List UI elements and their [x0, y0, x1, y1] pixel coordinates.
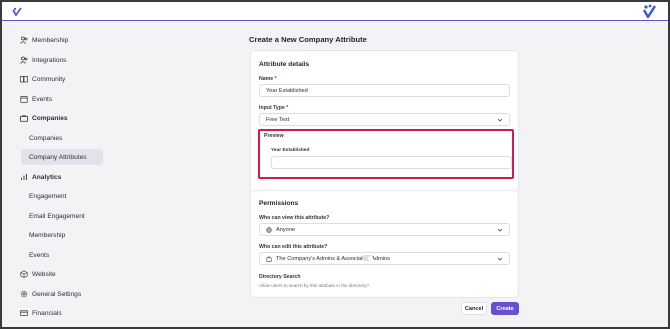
permissions-heading: Permissions — [259, 200, 299, 207]
main-content: Create a New Company Attribute Attribute… — [114, 22, 668, 327]
sidebar-item-label: Company Attributes — [29, 153, 87, 161]
building-icon — [266, 256, 272, 262]
permissions-card: Permissions Who can view this attribute?… — [250, 190, 519, 298]
cancel-button[interactable]: Cancel — [461, 302, 487, 315]
attribute-details-heading: Attribute details — [259, 61, 310, 68]
sidebar-item-label: Website — [32, 270, 56, 278]
edit-permission-label: Who can edit this attribute? — [259, 244, 328, 250]
sidebar-item-label: Events — [32, 95, 53, 103]
directory-search-help: Allow users to search by this attribute … — [259, 283, 370, 288]
sidebar-item-general-settings[interactable]: General Settings — [20, 286, 81, 302]
name-label: Name * — [259, 76, 277, 82]
briefcase-icon — [20, 114, 28, 122]
globe-icon — [266, 226, 272, 233]
directory-search-label: Directory Search — [259, 274, 301, 280]
sidebar-item-analytics-group[interactable]: Analytics — [20, 169, 61, 185]
name-input[interactable]: Year Established — [259, 84, 510, 97]
brand-logo-icon[interactable] — [12, 7, 22, 16]
sidebar-item-email-engagement[interactable]: Email Engagement — [29, 208, 85, 224]
users-icon — [20, 56, 28, 64]
view-permission-label: Who can view this attribute? — [259, 215, 330, 221]
sidebar-item-label: Membership — [32, 36, 69, 44]
name-input-value: Year Established — [266, 87, 308, 94]
chevron-down-icon — [497, 257, 503, 261]
preview-label: Preview — [264, 133, 284, 139]
sidebar-item-label: Analytics — [32, 173, 62, 181]
input-type-label: Input Type * — [259, 105, 289, 111]
sidebar-item-label: Membership — [29, 231, 66, 239]
sidebar-item-companies[interactable]: Companies — [29, 130, 62, 146]
sidebar-item-label: Engagement — [29, 192, 67, 200]
sidebar: Membership Integrations Community Events… — [2, 22, 114, 327]
view-permission-select[interactable]: Anyone — [259, 223, 510, 236]
sidebar-item-community[interactable]: Community — [20, 71, 65, 87]
sidebar-item-membership[interactable]: Membership — [20, 32, 68, 48]
directory-search-toggle[interactable] — [362, 255, 373, 261]
sidebar-item-label: Companies — [29, 134, 63, 142]
users-icon — [20, 36, 28, 44]
sidebar-item-integrations[interactable]: Integrations — [20, 52, 66, 68]
sidebar-item-label: Financials — [32, 309, 62, 317]
app-window: Membership Integrations Community Events… — [2, 2, 668, 327]
chevron-down-icon — [497, 228, 503, 232]
page-title: Create a New Company Attribute — [249, 35, 367, 44]
edit-permission-select[interactable]: The Company's Admins & Association Admin… — [259, 252, 510, 265]
bar-chart-icon — [20, 173, 28, 181]
toggle-knob — [367, 255, 373, 261]
sidebar-item-companies-group[interactable]: Companies — [20, 110, 68, 126]
attribute-details-card: Attribute details Name * Year Establishe… — [250, 50, 519, 204]
sidebar-item-label: Email Engagement — [29, 212, 85, 220]
sidebar-item-label: Community — [32, 75, 66, 83]
sidebar-item-analytics-membership[interactable]: Membership — [29, 227, 65, 243]
book-icon — [20, 75, 28, 83]
card-icon — [20, 309, 28, 317]
sidebar-item-events[interactable]: Events — [20, 91, 52, 107]
cube-icon — [20, 270, 28, 278]
sidebar-item-engagement[interactable]: Engagement — [29, 188, 66, 204]
input-type-value: Free Text — [266, 116, 290, 123]
required-mark: * — [286, 105, 289, 111]
required-mark: * — [274, 76, 277, 82]
sidebar-item-label: Integrations — [32, 56, 67, 64]
create-button[interactable]: Create — [491, 302, 519, 315]
preview-section: Preview Year Established — [258, 129, 514, 179]
sidebar-item-label: Events — [29, 251, 50, 259]
chevron-down-icon — [497, 118, 503, 122]
sidebar-item-analytics-events[interactable]: Events — [29, 247, 49, 263]
preview-field-input[interactable] — [271, 156, 512, 169]
sidebar-item-website[interactable]: Website — [20, 266, 56, 282]
sidebar-item-company-attributes[interactable]: Company Attributes — [21, 149, 103, 165]
calendar-icon — [20, 95, 28, 103]
sidebar-item-label: Companies — [32, 114, 68, 122]
sidebar-item-label: General Settings — [32, 290, 82, 298]
sidebar-item-financials[interactable]: Financials — [20, 305, 62, 321]
view-permission-value: Anyone — [276, 226, 295, 233]
preview-field-label: Year Established — [271, 148, 310, 153]
brand-mark-icon[interactable] — [642, 4, 656, 18]
top-bar — [2, 2, 668, 21]
gear-icon — [20, 290, 28, 298]
input-type-select[interactable]: Free Text — [259, 113, 510, 126]
